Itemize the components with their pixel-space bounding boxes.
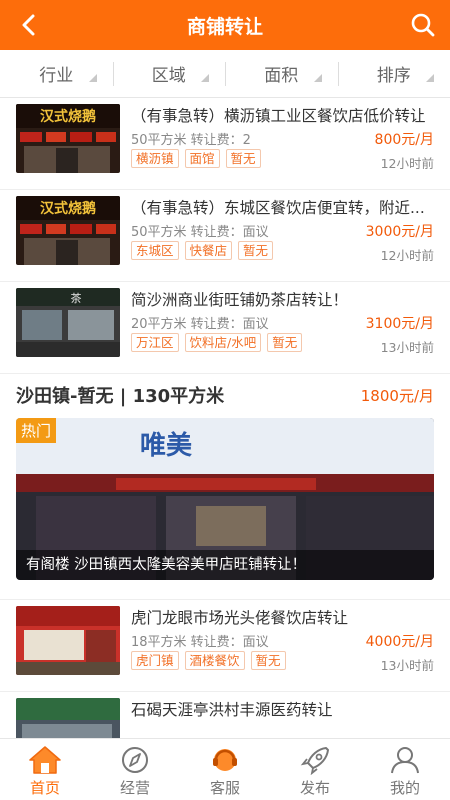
- listing-item[interactable]: 茶 简沙洲商业街旺铺奶茶店转让！ 20平方米 转让费：面议 3100元/月 万江…: [0, 282, 450, 374]
- tag-district: 横沥镇: [131, 149, 179, 168]
- listing-price: 3100元/月: [365, 316, 434, 332]
- listing-tags: 东城区 快餐店 暂无: [131, 241, 274, 260]
- listing-title: 石碣天涯亭洪村丰源医药转让: [131, 701, 333, 719]
- listing-item[interactable]: 石碣天涯亭洪村丰源医药转让: [0, 692, 450, 738]
- tag-district: 万江区: [131, 333, 179, 352]
- tag-category: 饮料店/水吧: [184, 333, 262, 352]
- listing-meta: 50平方米 转让费：2: [131, 133, 251, 148]
- tag-category: 快餐店: [184, 241, 233, 260]
- featured-listing[interactable]: 沙田镇-暂无 | 130平方米 1800元/月 唯美 热门 有阁楼 沙田镇西太隆…: [0, 368, 450, 600]
- tag-district: 东城区: [131, 241, 179, 260]
- listing-thumbnail: [16, 606, 120, 675]
- tag-district: 虎门镇: [131, 651, 179, 670]
- dropdown-triangle-icon: [426, 74, 434, 82]
- listing-feed: 汉式烧鹅 （有事急转）横沥镇工业区餐饮店低价转让 50平方米 转让费：2 800…: [0, 98, 450, 738]
- dropdown-triangle-icon: [88, 74, 97, 82]
- filter-industry[interactable]: 行业: [0, 50, 113, 97]
- filter-sort[interactable]: 排序: [337, 50, 450, 97]
- bottom-tab-bar: 首页 经营 客服 发布 我的: [0, 738, 450, 800]
- listing-thumbnail: 茶: [16, 288, 120, 357]
- filter-label: 行业: [39, 66, 74, 86]
- filter-label: 排序: [376, 66, 411, 86]
- tab-mine[interactable]: 我的: [360, 739, 450, 800]
- listing-price: 800元/月: [374, 132, 434, 148]
- top-bar: 商铺转让: [0, 0, 450, 50]
- tag-category: 酒楼餐饮: [184, 651, 245, 670]
- filter-size[interactable]: 面积: [225, 50, 338, 97]
- listing-thumbnail: [16, 698, 120, 738]
- tab-label: 发布: [299, 779, 330, 797]
- listing-tags: 万江区 饮料店/水吧 暂无: [131, 333, 303, 352]
- tag-extra: 暂无: [250, 651, 286, 670]
- search-icon: [411, 13, 435, 37]
- app-screen: 商铺转让 行业 区域 面积 排序 汉式烧鹅 （有事急转）横沥镇工业区餐饮店低价转…: [0, 0, 450, 800]
- home-icon: [29, 746, 61, 774]
- shop-sign-text: 汉式烧鹅: [40, 200, 96, 217]
- shop-sign-text: 唯美: [140, 430, 192, 461]
- listing-thumbnail: 汉式烧鹅: [16, 196, 120, 265]
- listing-item[interactable]: 汉式烧鹅 （有事急转）横沥镇工业区餐饮店低价转让 50平方米 转让费：2 800…: [0, 98, 450, 190]
- listing-price: 4000元/月: [365, 634, 434, 650]
- tab-service[interactable]: 客服: [180, 739, 270, 800]
- dropdown-triangle-icon: [313, 74, 322, 82]
- tab-label: 我的: [389, 779, 420, 797]
- featured-photo: 唯美 热门 有阁楼 沙田镇西太隆美容美甲店旺铺转让！: [16, 418, 434, 580]
- featured-price: 1800元/月: [360, 387, 434, 405]
- listing-item[interactable]: 虎门龙眼市场光头佬餐饮店转让 18平方米 转让费：面议 4000元/月 虎门镇 …: [0, 600, 450, 692]
- listing-time: 12小时前: [380, 248, 434, 263]
- shop-sign-text: 茶: [71, 292, 82, 305]
- page-title: 商铺转让: [186, 15, 263, 38]
- listing-title: 简沙洲商业街旺铺奶茶店转让！: [131, 291, 349, 309]
- compass-icon: [122, 747, 148, 773]
- tab-business[interactable]: 经营: [90, 739, 180, 800]
- tag-extra: 暂无: [267, 333, 303, 352]
- tag-category: 面馆: [184, 149, 220, 168]
- tab-label: 客服: [209, 779, 240, 797]
- headset-icon: [213, 749, 237, 771]
- listing-time: 12小时前: [380, 156, 434, 171]
- featured-title: 沙田镇-暂无 | 130平方米: [16, 386, 225, 407]
- hot-badge: 热门: [16, 418, 57, 443]
- chevron-left-icon: [22, 14, 35, 36]
- listing-tags: 横沥镇 面馆 暂无: [131, 149, 261, 168]
- search-button[interactable]: [406, 8, 440, 42]
- rocket-icon: [300, 747, 329, 775]
- listing-item[interactable]: 汉式烧鹅 （有事急转）东城区餐饮店便宜转，附近... 50平方米 转让费：面议 …: [0, 190, 450, 282]
- filter-area[interactable]: 区域: [112, 50, 226, 97]
- listing-title: （有事急转）东城区餐饮店便宜转，附近...: [131, 199, 425, 217]
- featured-caption: 有阁楼 沙田镇西太隆美容美甲店旺铺转让！: [16, 550, 434, 580]
- listing-meta: 18平方米 转让费：面议: [131, 635, 269, 650]
- dropdown-triangle-icon: [201, 74, 209, 82]
- listing-meta: 50平方米 转让费：面议: [131, 225, 269, 240]
- listing-price: 3000元/月: [365, 224, 434, 240]
- back-button[interactable]: [12, 8, 46, 42]
- filter-label: 面积: [264, 66, 299, 86]
- tab-publish[interactable]: 发布: [270, 739, 360, 800]
- filter-bar: 行业 区域 面积 排序: [0, 50, 450, 98]
- tag-extra: 暂无: [225, 149, 261, 168]
- tab-label: 首页: [29, 779, 60, 797]
- listing-title: 虎门龙眼市场光头佬餐饮店转让: [131, 609, 349, 627]
- user-icon: [391, 747, 419, 774]
- listing-time: 13小时前: [380, 340, 434, 355]
- shop-sign-text: 汉式烧鹅: [40, 108, 96, 125]
- listing-thumbnail: 汉式烧鹅: [16, 104, 120, 173]
- listing-meta: 20平方米 转让费：面议: [131, 317, 269, 332]
- listing-time: 13小时前: [380, 658, 434, 673]
- listing-title: （有事急转）横沥镇工业区餐饮店低价转让: [131, 107, 426, 125]
- listing-tags: 虎门镇 酒楼餐饮 暂无: [131, 651, 286, 670]
- tag-extra: 暂无: [238, 241, 274, 260]
- tab-label: 经营: [119, 779, 150, 797]
- tab-home[interactable]: 首页: [0, 739, 90, 800]
- filter-label: 区域: [151, 66, 186, 86]
